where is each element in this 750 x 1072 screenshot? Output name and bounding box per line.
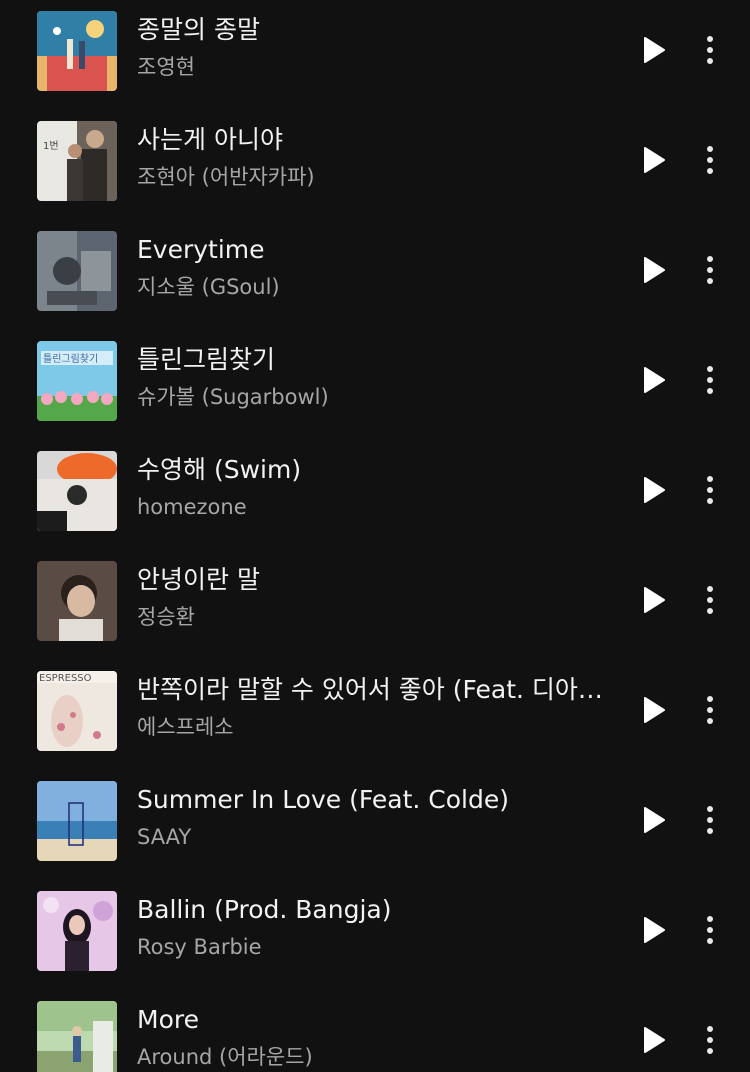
track-artist: 정승환: [137, 605, 195, 629]
play-icon: [644, 697, 665, 723]
more-vertical-icon: [707, 366, 713, 394]
track-title: 반쪽이라 말할 수 있어서 좋아 (Feat. 디아…: [137, 675, 603, 704]
play-icon: [644, 147, 665, 173]
track-artist: Rosy Barbie: [137, 935, 262, 959]
play-button[interactable]: [634, 468, 674, 512]
track-artist: 에스프레소: [137, 715, 234, 739]
play-icon: [644, 257, 665, 283]
more-vertical-icon: [707, 256, 713, 284]
play-button[interactable]: [634, 578, 674, 622]
track-title: Summer In Love (Feat. Colde): [137, 785, 509, 814]
svg-text:틀린그림찾기: 틀린그림찾기: [43, 353, 98, 365]
more-vertical-icon: [707, 476, 713, 504]
more-vertical-icon: [707, 36, 713, 64]
play-icon: [644, 587, 665, 613]
more-vertical-icon: [707, 586, 713, 614]
album-art: [37, 561, 117, 641]
play-button[interactable]: [634, 798, 674, 842]
more-vertical-icon: [707, 806, 713, 834]
play-icon: [644, 367, 665, 393]
album-art: 틀린그림찾기: [37, 341, 117, 421]
track-list: 종말의 종말 조영현 1번 사는게 아니야 조현아 (어반자카파) Everyt…: [0, 0, 750, 1072]
play-icon: [644, 1027, 665, 1053]
list-item[interactable]: 1번 사는게 아니야 조현아 (어반자카파): [0, 110, 750, 220]
track-title: 사는게 아니야: [137, 125, 283, 154]
play-button[interactable]: [634, 28, 674, 72]
track-artist: homezone: [137, 495, 247, 519]
track-artist: 지소울 (GSoul): [137, 275, 280, 299]
more-button[interactable]: [690, 246, 730, 294]
album-art: [37, 11, 117, 91]
album-art: ESPRESSO: [37, 671, 117, 751]
album-art: 1번: [37, 121, 117, 201]
track-title: 안녕이란 말: [137, 565, 260, 594]
play-button[interactable]: [634, 1018, 674, 1062]
more-button[interactable]: [690, 466, 730, 514]
album-art: [37, 451, 117, 531]
list-item[interactable]: 수영해 (Swim) homezone: [0, 440, 750, 550]
more-button[interactable]: [690, 686, 730, 734]
track-artist: 슈가볼 (Sugarbowl): [137, 385, 329, 409]
track-title: 틀린그림찾기: [137, 345, 276, 374]
track-title: More: [137, 1005, 199, 1034]
list-item[interactable]: 종말의 종말 조영현: [0, 0, 750, 110]
more-button[interactable]: [690, 906, 730, 954]
play-icon: [644, 37, 665, 63]
more-button[interactable]: [690, 26, 730, 74]
album-art: [37, 231, 117, 311]
more-button[interactable]: [690, 796, 730, 844]
list-item[interactable]: Ballin (Prod. Bangja) Rosy Barbie: [0, 880, 750, 990]
track-artist: 조현아 (어반자카파): [137, 165, 315, 189]
play-button[interactable]: [634, 138, 674, 182]
list-item[interactable]: Summer In Love (Feat. Colde) SAAY: [0, 770, 750, 880]
play-button[interactable]: [634, 358, 674, 402]
album-art: [37, 891, 117, 971]
play-icon: [644, 917, 665, 943]
more-button[interactable]: [690, 356, 730, 404]
list-item[interactable]: 틀린그림찾기 틀린그림찾기 슈가볼 (Sugarbowl): [0, 330, 750, 440]
more-vertical-icon: [707, 916, 713, 944]
play-button[interactable]: [634, 908, 674, 952]
play-button[interactable]: [634, 688, 674, 732]
play-icon: [644, 477, 665, 503]
list-item[interactable]: More Around (어라운드): [0, 990, 750, 1072]
album-art: [37, 781, 117, 861]
more-vertical-icon: [707, 696, 713, 724]
track-title: 종말의 종말: [137, 15, 260, 44]
track-artist: 조영현: [137, 55, 195, 79]
play-button[interactable]: [634, 248, 674, 292]
list-item[interactable]: ESPRESSO 반쪽이라 말할 수 있어서 좋아 (Feat. 디아… 에스프…: [0, 660, 750, 770]
track-title: Everytime: [137, 235, 265, 264]
more-vertical-icon: [707, 146, 713, 174]
list-item[interactable]: 안녕이란 말 정승환: [0, 550, 750, 660]
more-button[interactable]: [690, 1016, 730, 1064]
album-art: [37, 1001, 117, 1072]
track-artist: Around (어라운드): [137, 1045, 313, 1069]
more-vertical-icon: [707, 1026, 713, 1054]
more-button[interactable]: [690, 136, 730, 184]
more-button[interactable]: [690, 576, 730, 624]
play-icon: [644, 807, 665, 833]
track-title: 수영해 (Swim): [137, 455, 302, 484]
list-item[interactable]: Everytime 지소울 (GSoul): [0, 220, 750, 330]
track-artist: SAAY: [137, 825, 192, 849]
track-title: Ballin (Prod. Bangja): [137, 895, 392, 924]
svg-text:1번: 1번: [43, 140, 59, 152]
svg-text:ESPRESSO: ESPRESSO: [39, 673, 92, 684]
